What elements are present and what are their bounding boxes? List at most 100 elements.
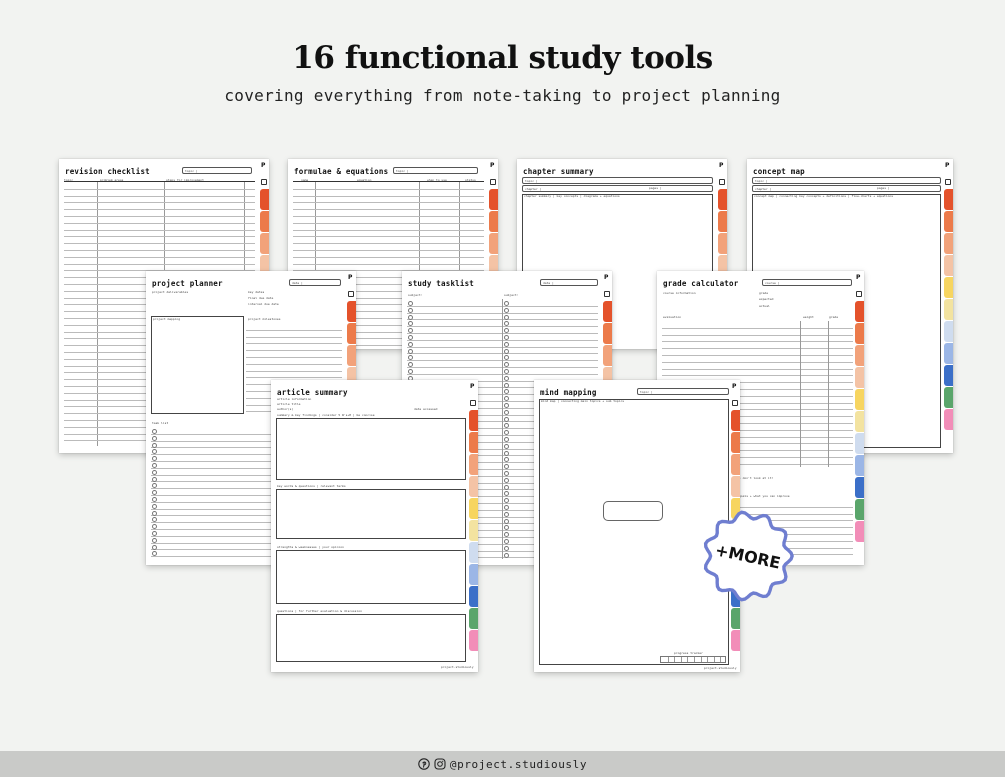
color-tab[interactable] xyxy=(731,608,740,629)
footer-bar: @project.studiously xyxy=(0,751,1005,777)
color-tab[interactable] xyxy=(489,233,498,254)
color-tab[interactable] xyxy=(731,454,740,475)
book-icon xyxy=(719,179,725,185)
color-tab[interactable] xyxy=(347,345,356,366)
project-mapping-box xyxy=(151,316,244,414)
color-tab[interactable] xyxy=(731,476,740,497)
book-icon xyxy=(604,291,610,297)
color-tab[interactable] xyxy=(489,189,498,210)
color-tab[interactable] xyxy=(855,301,864,322)
color-tab[interactable] xyxy=(260,211,269,232)
topic-field: topic | xyxy=(393,167,478,174)
color-tab[interactable] xyxy=(469,564,478,585)
progress-tracker xyxy=(660,656,726,663)
topic-field: topic | xyxy=(637,388,729,395)
project-planner-title: project planner xyxy=(152,279,223,288)
logo-icon: P xyxy=(348,274,353,281)
color-tab[interactable] xyxy=(731,432,740,453)
pages-field: pages | xyxy=(649,186,662,190)
color-tab[interactable] xyxy=(469,586,478,607)
color-tab[interactable] xyxy=(469,432,478,453)
logo-icon: P xyxy=(719,162,724,169)
color-tab[interactable] xyxy=(469,454,478,475)
color-tab[interactable] xyxy=(718,233,727,254)
instagram-icon[interactable] xyxy=(434,758,446,770)
color-tab[interactable] xyxy=(855,521,864,542)
color-tabs[interactable] xyxy=(469,410,478,651)
logo-icon: P xyxy=(490,162,495,169)
color-tab[interactable] xyxy=(718,189,727,210)
book-icon xyxy=(945,179,951,185)
color-tab[interactable] xyxy=(855,367,864,388)
color-tab[interactable] xyxy=(469,410,478,431)
mind-mapping-title: mind mapping xyxy=(540,388,597,397)
color-tab[interactable] xyxy=(944,255,953,276)
color-tab[interactable] xyxy=(855,499,864,520)
color-tab[interactable] xyxy=(944,343,953,364)
color-tab[interactable] xyxy=(469,630,478,651)
color-tab[interactable] xyxy=(469,608,478,629)
chapter-field: chapter | xyxy=(522,185,713,192)
logo-icon: P xyxy=(470,383,475,390)
color-tab[interactable] xyxy=(347,301,356,322)
footer-handle[interactable]: @project.studiously xyxy=(450,758,587,771)
color-tab[interactable] xyxy=(944,387,953,408)
book-icon xyxy=(348,291,354,297)
color-tab[interactable] xyxy=(603,323,612,344)
color-tab[interactable] xyxy=(855,433,864,454)
color-tab[interactable] xyxy=(731,630,740,651)
color-tab[interactable] xyxy=(855,389,864,410)
color-tab[interactable] xyxy=(944,299,953,320)
central-topic-box[interactable] xyxy=(603,501,663,521)
color-tab[interactable] xyxy=(603,301,612,322)
color-tab[interactable] xyxy=(944,277,953,298)
course-field: course | xyxy=(762,279,852,286)
color-tab[interactable] xyxy=(469,520,478,541)
color-tab[interactable] xyxy=(260,233,269,254)
topic-field: topic | xyxy=(522,177,713,184)
questions-box xyxy=(276,614,466,662)
book-icon xyxy=(856,291,862,297)
color-tab[interactable] xyxy=(489,211,498,232)
pages-field: pages | xyxy=(877,186,890,190)
pinterest-icon[interactable] xyxy=(418,758,430,770)
page-article-summary: article summary article information arti… xyxy=(271,380,478,672)
topic-field: topic | xyxy=(752,177,941,184)
color-tab[interactable] xyxy=(944,233,953,254)
color-tab[interactable] xyxy=(855,477,864,498)
color-tab[interactable] xyxy=(944,409,953,430)
color-tab[interactable] xyxy=(469,476,478,497)
logo-icon: P xyxy=(856,274,861,281)
strengths-box xyxy=(276,550,466,604)
color-tab[interactable] xyxy=(855,345,864,366)
color-tab[interactable] xyxy=(944,189,953,210)
book-icon xyxy=(732,400,738,406)
topic-field: topic | xyxy=(182,167,252,174)
color-tab[interactable] xyxy=(944,365,953,386)
color-tab[interactable] xyxy=(855,323,864,344)
color-tab[interactable] xyxy=(944,321,953,342)
summary-box xyxy=(276,418,466,480)
color-tabs[interactable] xyxy=(944,189,953,430)
book-icon xyxy=(470,400,476,406)
book-icon xyxy=(261,179,267,185)
logo-icon: P xyxy=(604,274,609,281)
keywords-box xyxy=(276,489,466,539)
color-tab[interactable] xyxy=(855,411,864,432)
color-tab[interactable] xyxy=(469,542,478,563)
color-tabs[interactable] xyxy=(855,301,864,542)
logo-icon: P xyxy=(945,162,950,169)
color-tab[interactable] xyxy=(347,323,356,344)
color-tab[interactable] xyxy=(855,455,864,476)
color-tab[interactable] xyxy=(469,498,478,519)
color-tab[interactable] xyxy=(260,189,269,210)
color-tab[interactable] xyxy=(603,345,612,366)
color-tab[interactable] xyxy=(731,410,740,431)
more-badge-label: +MORE xyxy=(713,539,783,573)
concept-map-title: concept map xyxy=(753,167,805,176)
article-summary-title: article summary xyxy=(277,388,348,397)
color-tab[interactable] xyxy=(944,211,953,232)
revision-checklist-title: revision checklist xyxy=(65,167,150,176)
chapter-field: chapter | xyxy=(752,185,941,192)
color-tab[interactable] xyxy=(718,211,727,232)
